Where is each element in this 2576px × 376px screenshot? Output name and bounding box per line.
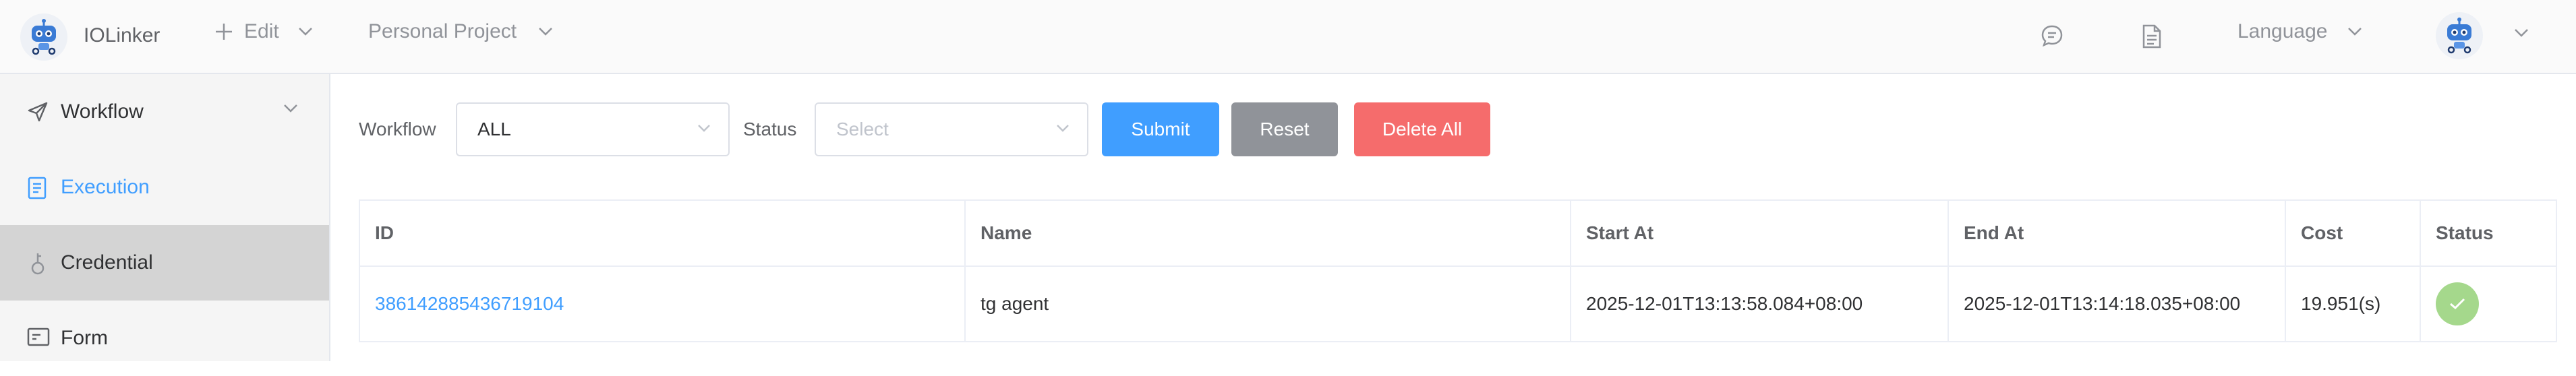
column-divider [1948, 201, 1949, 341]
document-icon[interactable] [2142, 24, 2162, 49]
workflow-filter-label: Workflow [359, 119, 436, 139]
sidebar-item-execution[interactable]: Execution [0, 150, 329, 225]
edit-menu[interactable]: Edit [213, 20, 313, 43]
document-icon [28, 177, 47, 199]
check-icon [2450, 298, 2465, 310]
form-icon [27, 327, 50, 346]
reset-button[interactable]: Reset [1231, 102, 1338, 156]
edit-label: Edit [244, 20, 279, 42]
column-header-status[interactable]: Status [2436, 201, 2494, 265]
execution-name: tg agent [980, 293, 1049, 314]
column-header-start-at[interactable]: Start At [1586, 201, 1653, 265]
column-header-id[interactable]: ID [375, 201, 394, 265]
column-divider [964, 201, 966, 341]
language-selector[interactable]: Language [2237, 20, 2362, 43]
column-divider [1570, 201, 1571, 341]
execution-table: ID Name Start At End At Cost Status 3861… [359, 199, 2557, 342]
project-label: Personal Project [368, 20, 517, 42]
user-avatar[interactable] [2436, 12, 2483, 59]
sidebar-item-label: Credential [61, 251, 153, 274]
sidebar-item-credential[interactable]: Credential [0, 225, 329, 301]
execution-id-link[interactable]: 386142885436719104 [375, 265, 564, 342]
status-select-placeholder: Select [836, 119, 889, 139]
chevron-down-icon [1057, 125, 1069, 132]
sidebar-item-label: Workflow [61, 100, 144, 123]
submit-button[interactable]: Submit [1102, 102, 1219, 156]
execution-end-at: 2025-12-01T13:14:18.035+08:00 [1964, 293, 2241, 314]
column-header-cost[interactable]: Cost [2301, 201, 2343, 265]
send-icon [28, 102, 48, 122]
plus-icon [216, 24, 232, 40]
column-divider [2285, 201, 2286, 341]
workflow-select[interactable]: ALL [456, 102, 730, 156]
delete-all-button[interactable]: Delete All [1354, 102, 1490, 156]
key-icon [31, 253, 45, 275]
chevron-down-icon [284, 104, 297, 113]
execution-start-at: 2025-12-01T13:13:58.084+08:00 [1586, 293, 1863, 314]
execution-cost: 19.951(s) [2301, 293, 2381, 314]
app-logo[interactable] [20, 13, 67, 61]
chevron-down-icon [539, 28, 552, 36]
sidebar-item-label: Form [61, 327, 108, 349]
column-header-name[interactable]: Name [980, 201, 1032, 265]
chevron-down-icon [2348, 28, 2362, 36]
sidebar-item-form[interactable]: Form [0, 301, 329, 376]
app-name: IOLinker [84, 24, 160, 46]
top-header: IOLinker Edit Personal Project Language [0, 0, 2576, 74]
workflow-select-value: ALL [477, 119, 511, 139]
chevron-down-icon [698, 125, 710, 132]
sidebar-item-workflow[interactable]: Workflow [0, 74, 329, 150]
success-status-badge [2436, 282, 2479, 325]
language-label: Language [2237, 20, 2328, 42]
column-divider [2420, 201, 2421, 341]
robot-avatar-icon [2436, 12, 2483, 59]
chevron-down-icon[interactable] [2514, 28, 2529, 38]
sidebar: Workflow Execution Credential Form [0, 74, 330, 361]
execution-status [2436, 265, 2479, 342]
sidebar-item-label: Execution [61, 176, 150, 198]
chat-icon[interactable] [2041, 24, 2063, 47]
status-filter-label: Status [743, 119, 797, 139]
chevron-down-icon [298, 28, 312, 36]
column-header-end-at[interactable]: End At [1964, 201, 2024, 265]
robot-logo-icon [20, 13, 67, 61]
status-select[interactable]: Select [815, 102, 1088, 156]
project-selector[interactable]: Personal Project [368, 20, 553, 43]
